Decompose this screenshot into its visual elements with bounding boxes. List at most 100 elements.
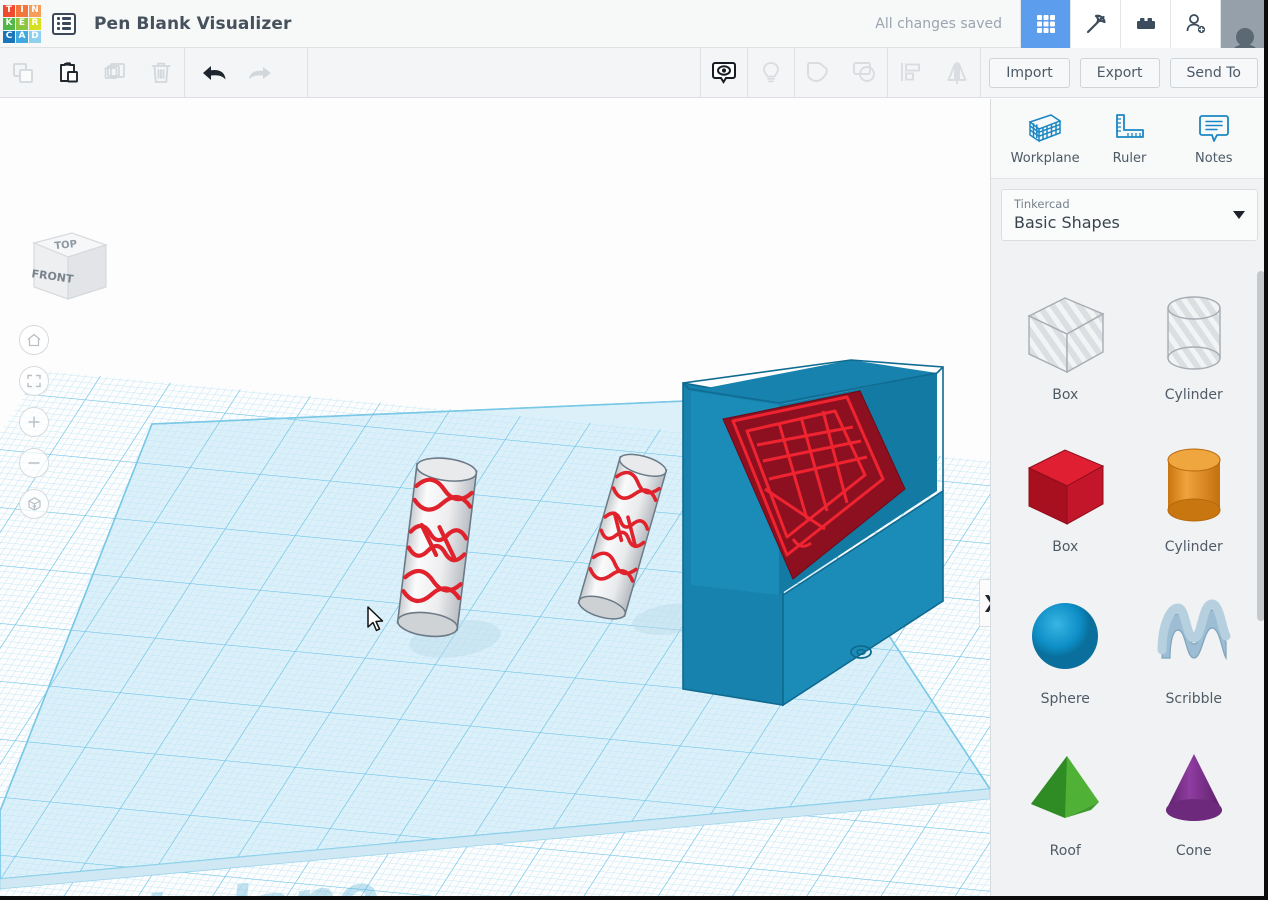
header-right-group: All changes saved xyxy=(857,0,1268,48)
light-button[interactable] xyxy=(748,48,794,97)
logo-letter-c: C xyxy=(3,30,15,43)
shape-box-hole[interactable]: Box xyxy=(1001,275,1130,413)
shape-roof[interactable]: Roof xyxy=(1001,731,1130,869)
logo-letter-e: E xyxy=(16,17,28,30)
pickaxe-icon xyxy=(1086,14,1106,33)
shape-label: Cylinder xyxy=(1164,387,1223,403)
visibility-button[interactable] xyxy=(701,48,747,97)
home-icon xyxy=(27,333,41,347)
shape-library-owner: Tinkercad xyxy=(1014,196,1070,211)
logo-letter-n: N xyxy=(29,4,41,17)
undo-button[interactable] xyxy=(191,48,237,97)
shape-library-value: Basic Shapes xyxy=(1014,212,1120,232)
group-button[interactable] xyxy=(795,48,841,97)
avatar[interactable] xyxy=(1220,0,1268,48)
solid-cylinder-icon xyxy=(1146,437,1242,535)
home-view-button[interactable] xyxy=(19,325,49,355)
copy-button[interactable] xyxy=(0,48,46,97)
logo-letter-d: D xyxy=(29,30,41,43)
viewport-nav-controls xyxy=(19,325,49,519)
cone-icon xyxy=(1146,741,1242,839)
shape-library-select[interactable]: Tinkercad Basic Shapes xyxy=(1001,189,1258,241)
shape-sphere[interactable]: Sphere xyxy=(1001,579,1130,717)
tinkercad-logo-icon[interactable]: TIN KER CAD xyxy=(0,0,44,48)
grid-icon xyxy=(1036,14,1055,33)
duplicate-icon xyxy=(104,62,125,79)
group-shape-icon xyxy=(807,61,829,82)
shape-scribble[interactable]: Scribble xyxy=(1130,579,1259,717)
align-button[interactable] xyxy=(888,48,934,97)
mirror-icon xyxy=(947,61,967,84)
plus-icon xyxy=(28,416,40,428)
redo-button[interactable] xyxy=(237,48,283,97)
scribble-icon xyxy=(1146,589,1242,687)
roof-icon xyxy=(1017,741,1113,839)
shape-cone[interactable]: Cone xyxy=(1130,731,1259,869)
send-to-button[interactable]: Send To xyxy=(1169,57,1258,88)
invite-button[interactable] xyxy=(1170,0,1220,48)
workplane-tool[interactable]: Workplane xyxy=(1007,112,1083,166)
ruler-tool[interactable]: Ruler xyxy=(1091,112,1167,166)
page-title[interactable]: Pen Blank Visualizer xyxy=(94,14,291,34)
panel-collapse-toggle[interactable]: ❯ xyxy=(979,579,990,627)
perspective-toggle-button[interactable] xyxy=(19,489,49,519)
shape-label: Roof xyxy=(1049,843,1081,859)
delete-button[interactable] xyxy=(138,48,184,97)
duplicate-button[interactable] xyxy=(92,48,138,97)
shape-label: Box xyxy=(1052,387,1079,403)
fit-frame-icon xyxy=(27,374,41,388)
viewcube-top-label: TOP xyxy=(54,239,78,252)
export-button[interactable]: Export xyxy=(1079,57,1160,88)
ruler-icon xyxy=(1116,113,1145,138)
panel-tools-row: Workplane Ruler Notes xyxy=(991,99,1268,179)
tinkercad-app: TIN KER CAD Pen Blank Visualizer All chang… xyxy=(0,0,1268,900)
grid-view-button[interactable] xyxy=(1020,0,1070,48)
list-menu-icon xyxy=(52,12,76,35)
zoom-in-button[interactable] xyxy=(19,407,49,437)
add-person-icon xyxy=(1186,13,1205,33)
codeblocks-button[interactable] xyxy=(1070,0,1120,48)
shape-grid: Box Cylinder Box Cylinder Sphere Scribbl… xyxy=(991,261,1268,869)
view-cube[interactable]: TOP FRONT xyxy=(20,217,112,309)
redo-arrow-icon xyxy=(249,66,271,79)
cube-ortho-icon xyxy=(27,496,41,511)
solid-box-icon xyxy=(1017,437,1113,535)
copy-icon xyxy=(13,62,33,83)
shapes-panel: Workplane Ruler Notes Tinkercad Basic Sh… xyxy=(990,99,1268,900)
shape-label: Cone xyxy=(1175,843,1212,859)
toolbar-divider xyxy=(184,48,185,97)
mirror-button[interactable] xyxy=(934,48,980,97)
shape-label: Sphere xyxy=(1040,691,1090,707)
shape-list[interactable]: Box Cylinder Box Cylinder Sphere Scribbl… xyxy=(991,261,1268,900)
sphere-icon xyxy=(1017,589,1113,687)
ungroup-button[interactable] xyxy=(841,48,887,97)
3d-viewport[interactable]: Workplane TOP FRONT xyxy=(0,99,990,900)
align-icon xyxy=(901,62,921,81)
zoom-out-button[interactable] xyxy=(19,448,49,478)
chevron-down-icon xyxy=(1233,211,1245,219)
eye-bubble-icon xyxy=(712,61,737,84)
logo-letter-a: A xyxy=(16,30,28,43)
notes-tool-label: Notes xyxy=(1195,150,1233,166)
hole-cylinder-icon xyxy=(1146,285,1242,383)
shape-cylinder-solid[interactable]: Cylinder xyxy=(1130,427,1259,565)
ruler-tool-label: Ruler xyxy=(1112,150,1147,166)
window-frame-bottom xyxy=(0,896,1268,900)
shape-cylinder-hole[interactable]: Cylinder xyxy=(1130,275,1259,413)
paste-button[interactable] xyxy=(46,48,92,97)
window-frame-right xyxy=(1264,0,1268,900)
lego-brick-icon xyxy=(1136,17,1155,29)
project-menu-button[interactable] xyxy=(44,0,84,48)
fit-to-view-button[interactable] xyxy=(19,366,49,396)
import-button[interactable]: Import xyxy=(989,57,1070,88)
blocks-button[interactable] xyxy=(1120,0,1170,48)
undo-arrow-icon xyxy=(203,65,226,80)
logo-letter-t: T xyxy=(3,4,15,17)
hole-box-icon xyxy=(1017,285,1113,383)
workplane-tool-label: Workplane xyxy=(1010,150,1080,166)
shape-box-solid[interactable]: Box xyxy=(1001,427,1130,565)
app-header: TIN KER CAD Pen Blank Visualizer All chang… xyxy=(0,0,1268,48)
lightbulb-icon xyxy=(763,61,780,82)
notes-tool[interactable]: Notes xyxy=(1176,112,1252,166)
workplane-scene xyxy=(0,359,990,900)
